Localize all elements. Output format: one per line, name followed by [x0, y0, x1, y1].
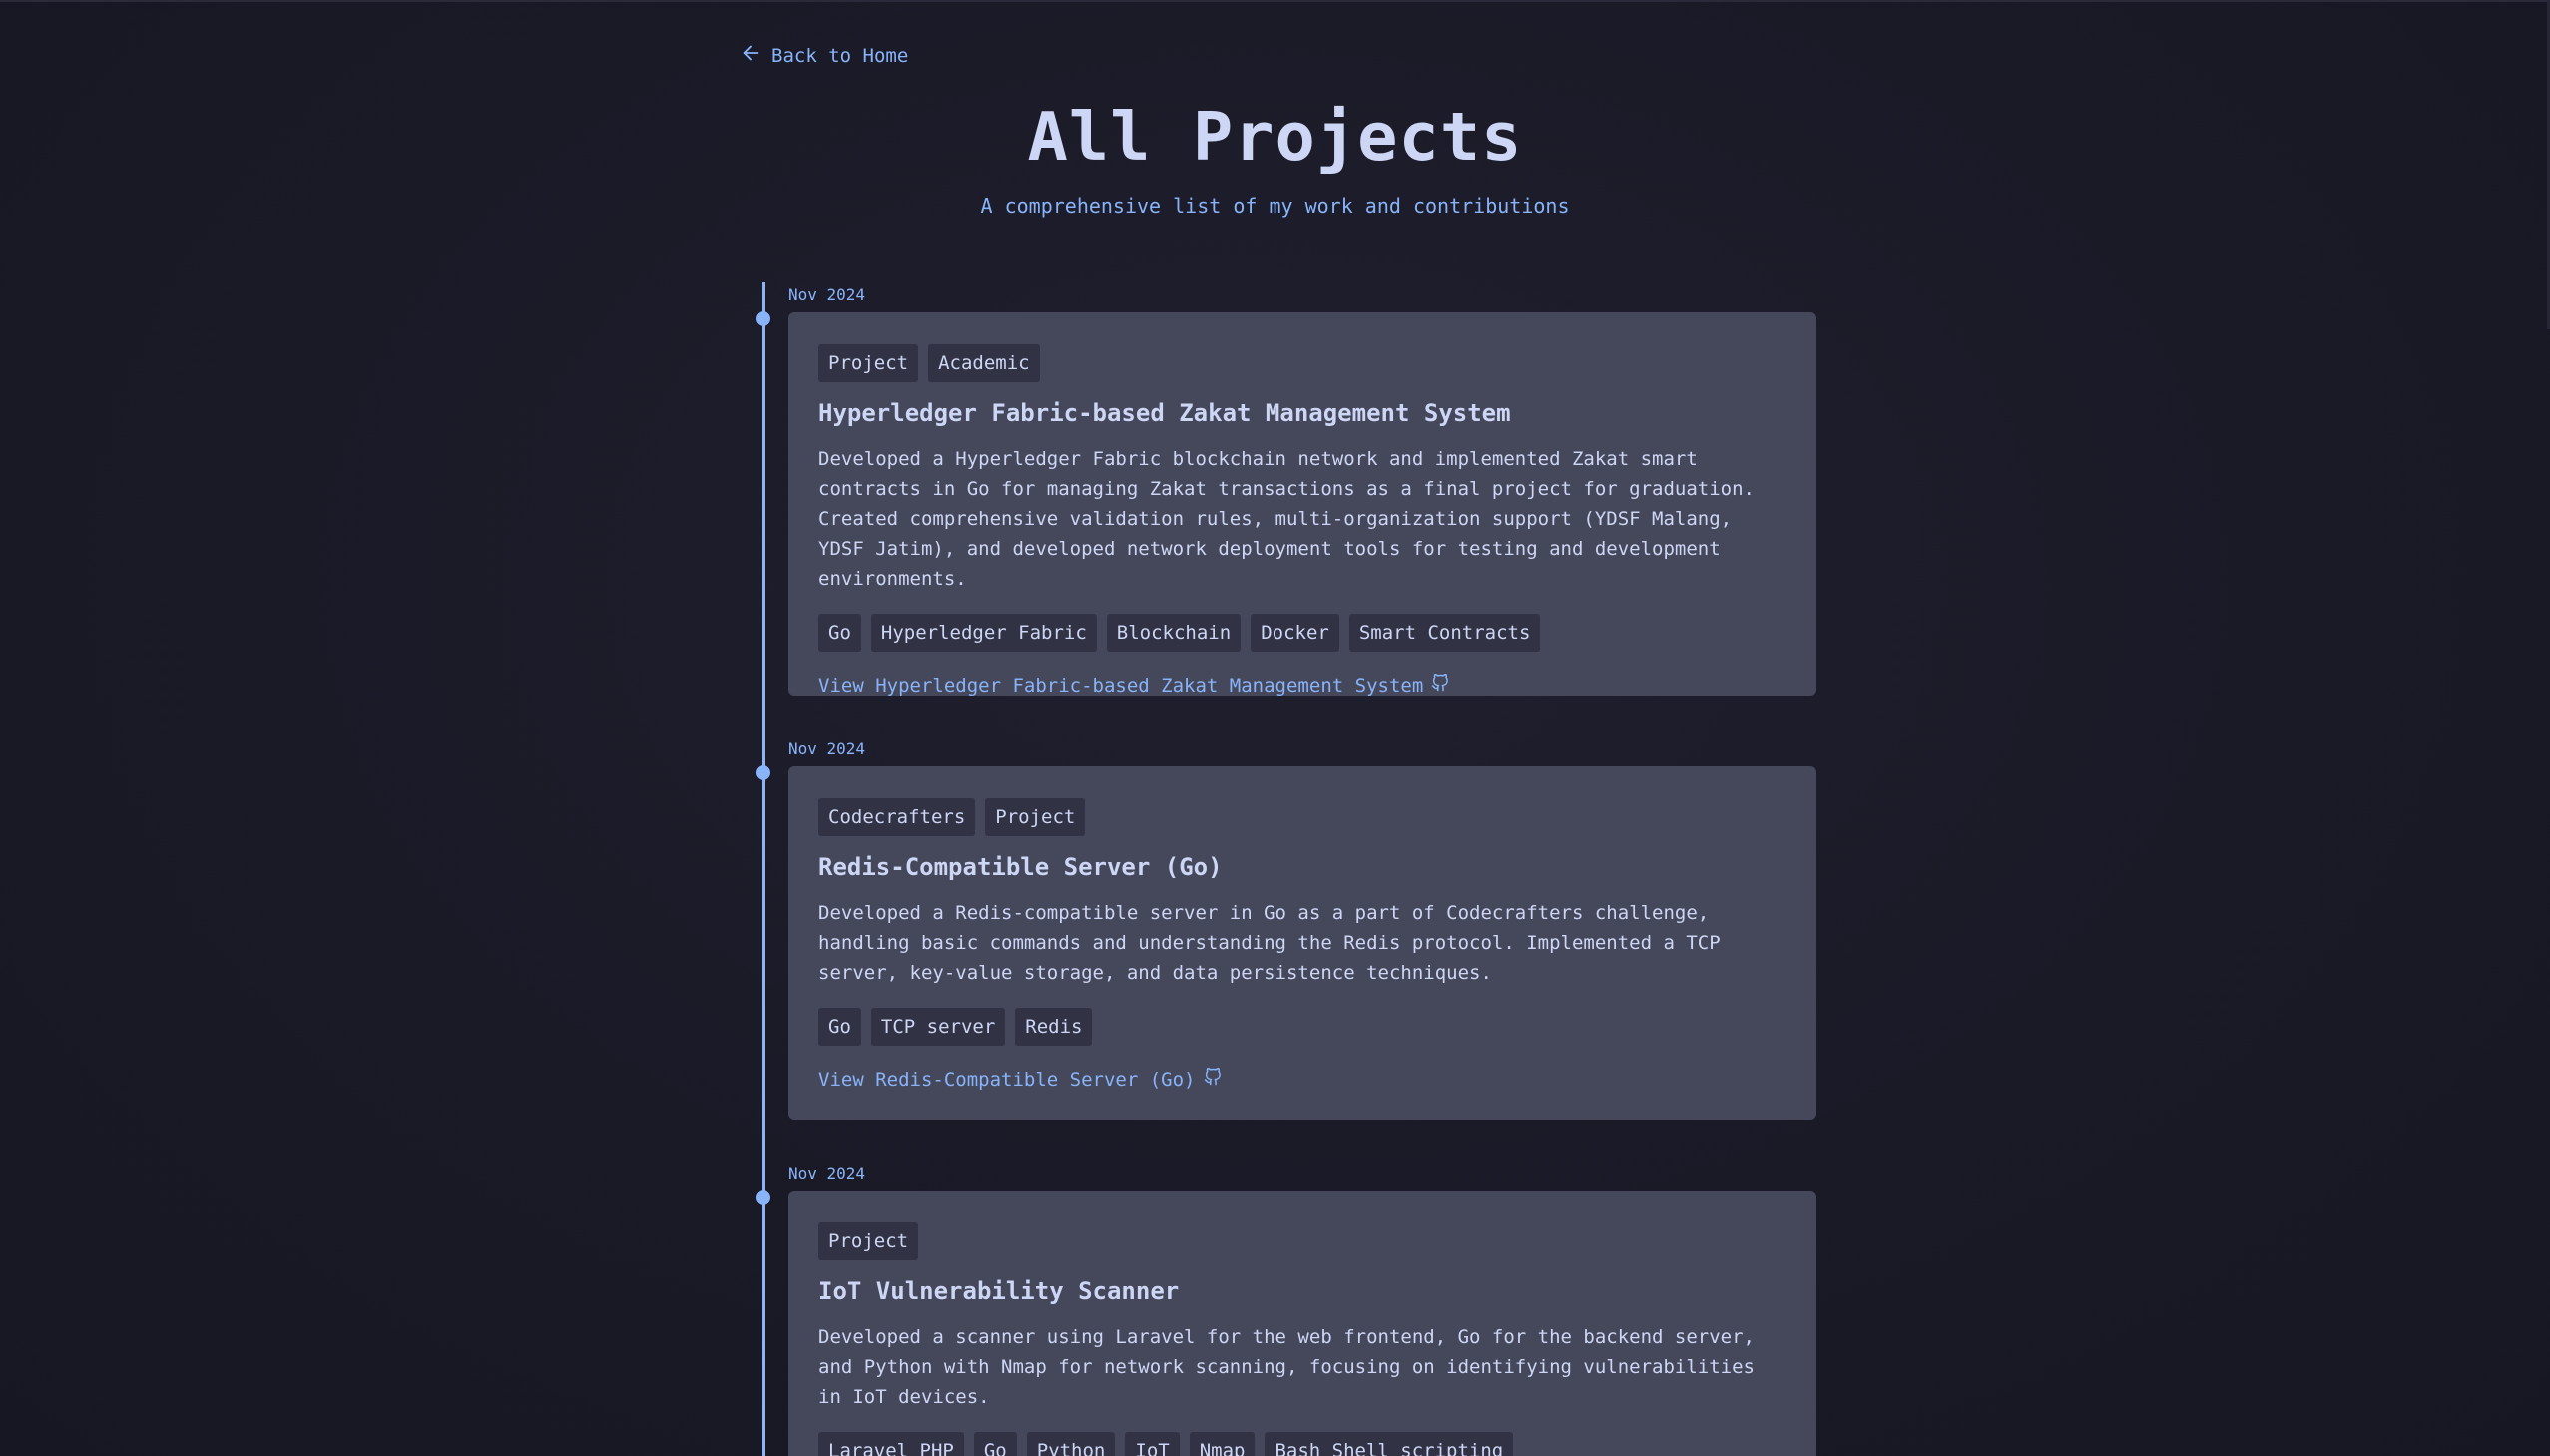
project-description: Developed a Redis-compatible server in G… [818, 902, 1721, 984]
project-title: Redis-Compatible Server (Go) [818, 853, 1223, 881]
tech-tag: Python [1026, 1432, 1116, 1456]
tech-tag: Redis [1015, 1008, 1093, 1046]
tech-tag: Bash Shell scripting [1265, 1432, 1514, 1456]
badge-list: Project [818, 1222, 1786, 1260]
tech-tag: Smart Contracts [1348, 614, 1541, 652]
project-description: Developed a scanner using Laravel for th… [818, 1326, 1755, 1408]
github-icon [1204, 1067, 1222, 1091]
timeline-line [762, 282, 765, 1456]
tech-tag: Go [973, 1432, 1017, 1456]
github-icon [1431, 673, 1449, 697]
tech-tag-list: Go TCP server Redis [818, 1008, 1786, 1046]
project-card: Project Academic Hyperledger Fabric-base… [788, 312, 1816, 697]
badge-list: Codecrafters Project [818, 798, 1786, 836]
top-border [0, 0, 2550, 2]
entry-date: Nov 2024 [788, 1164, 866, 1183]
tech-tag: Go [818, 1008, 861, 1046]
badge-list: Project Academic [818, 344, 1786, 382]
timeline-dot [756, 765, 770, 780]
entry-date: Nov 2024 [788, 739, 866, 758]
timeline-dot [756, 311, 770, 326]
tech-tag: TCP server [870, 1008, 1006, 1046]
tech-tag: IoT [1125, 1432, 1180, 1456]
project-link-label: View Hyperledger Fabric-based Zakat Mana… [818, 674, 1424, 697]
category-badge: Project [818, 1222, 919, 1260]
category-badge: Project [985, 798, 1086, 836]
tech-tag-list: Go Hyperledger Fabric Blockchain Docker … [818, 614, 1786, 652]
project-description: Developed a Hyperledger Fabric blockchai… [818, 448, 1755, 590]
project-card: Project IoT Vulnerability Scanner Develo… [788, 1191, 1816, 1456]
project-title: IoT Vulnerability Scanner [818, 1277, 1180, 1305]
back-link-label: Back to Home [771, 44, 909, 67]
page-subtitle: A comprehensive list of my work and cont… [980, 194, 1570, 218]
view-project-link[interactable]: View Redis-Compatible Server (Go) [818, 1067, 1222, 1091]
tech-tag: Laravel PHP [818, 1432, 964, 1456]
category-badge: Project [818, 344, 919, 382]
project-title: Hyperledger Fabric-based Zakat Managemen… [818, 399, 1511, 427]
tech-tag: Blockchain [1106, 614, 1242, 652]
timeline-dot [756, 1190, 770, 1205]
tech-tag: Docker [1251, 614, 1339, 652]
category-badge: Codecrafters [818, 798, 976, 836]
tech-tag: Go [818, 614, 861, 652]
tech-tag: Nmap [1189, 1432, 1256, 1456]
project-link-label: View Redis-Compatible Server (Go) [818, 1068, 1196, 1091]
tech-tag-list: Laravel PHP Go Python IoT Nmap Bash Shel… [818, 1432, 1786, 1456]
tech-tag: Hyperledger Fabric [870, 614, 1097, 652]
project-card: Codecrafters Project Redis-Compatible Se… [788, 766, 1816, 1120]
back-to-home-link[interactable]: Back to Home [740, 42, 908, 69]
entry-date: Nov 2024 [788, 285, 866, 304]
page-title: All Projects [1027, 98, 1523, 176]
arrow-left-icon [740, 42, 762, 69]
category-badge: Academic [928, 344, 1040, 382]
view-project-link[interactable]: View Hyperledger Fabric-based Zakat Mana… [818, 673, 1449, 697]
